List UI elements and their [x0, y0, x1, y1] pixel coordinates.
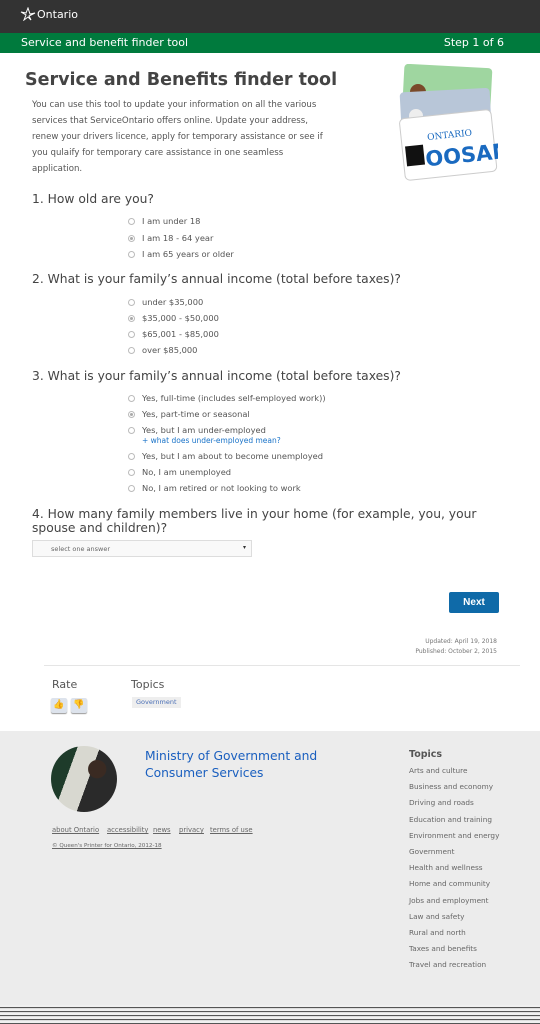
option-label: Yes, full-time (includes self-employed w…: [142, 393, 326, 403]
copyright-link[interactable]: © Queen's Printer for Ontario, 2012-18: [52, 843, 162, 849]
thumbs-up-icon[interactable]: 👍: [51, 698, 67, 713]
app-title-bar: Service and benefit finder tool Step 1 o…: [0, 33, 540, 53]
radio-button[interactable]: [128, 468, 135, 476]
footer-topic-link[interactable]: Travel and recreation: [409, 960, 486, 969]
option-label: No, I am unemployed: [142, 467, 232, 477]
radio-button[interactable]: [128, 410, 135, 418]
footer-topic-link[interactable]: Business and economy: [409, 782, 493, 791]
option-label: $65,001 - $85,000: [142, 329, 219, 339]
radio-option[interactable]: I am 65 years or older: [128, 249, 234, 259]
footer-topic-link[interactable]: Government: [409, 847, 455, 856]
radio-option[interactable]: No, I am unemployed: [128, 467, 231, 477]
footer-topics-heading: Topics: [409, 749, 443, 760]
footer-link-accessibility[interactable]: accessibility: [107, 826, 148, 834]
option-label: I am 65 years or older: [142, 249, 234, 259]
radio-button[interactable]: [128, 346, 135, 354]
topic-tag[interactable]: Government: [132, 697, 181, 708]
ministry-link[interactable]: Ministry of Government and Consumer Serv…: [145, 748, 325, 782]
option-label: Yes, but I am about to become unemployed: [142, 451, 323, 461]
radio-option[interactable]: Yes, full-time (includes self-employed w…: [128, 393, 326, 403]
radio-option[interactable]: $35,000 - $50,000: [128, 313, 219, 323]
thumbs-down-icon[interactable]: 👎: [71, 698, 87, 713]
footer-topic-link[interactable]: Jobs and employment: [409, 896, 489, 905]
footer-topic-link[interactable]: Driving and roads: [409, 798, 474, 807]
radio-option[interactable]: I am under 18: [128, 216, 200, 226]
radio-button[interactable]: [128, 426, 135, 434]
radio-button[interactable]: [128, 394, 135, 402]
intro-text: You can use this tool to update your inf…: [32, 100, 323, 174]
ontario-logo[interactable]: Ontario: [20, 7, 78, 21]
radio-option[interactable]: Yes, but I am under-employed: [128, 425, 266, 435]
radio-button[interactable]: [128, 484, 135, 492]
top-bar: Ontario: [0, 0, 540, 33]
app-title: Service and benefit finder tool: [21, 36, 189, 49]
footer-stripes: [0, 1005, 540, 1024]
footer-topic-link[interactable]: Rural and north: [409, 928, 466, 937]
footer-topic-link[interactable]: Education and training: [409, 815, 492, 824]
option-label: I am 18 - 64 year: [142, 233, 214, 243]
radio-button[interactable]: [128, 330, 135, 338]
divider: [44, 665, 520, 666]
footer-topic-link[interactable]: Law and safety: [409, 912, 464, 921]
option-label: No, I am retired or not looking to work: [142, 483, 301, 493]
footer-topic-link[interactable]: Health and wellness: [409, 863, 483, 872]
caret-down-icon: ▾: [242, 544, 246, 551]
radio-button[interactable]: [128, 452, 135, 460]
option-label: Yes, part-time or seasonal: [142, 409, 250, 419]
footer-topic-link[interactable]: Home and community: [409, 879, 490, 888]
question-2-label: 2. What is your family’s annual income (…: [32, 272, 401, 286]
option-label: Yes, but I am under-employed: [142, 425, 266, 435]
ontario-cards-image: ONTARIO OOSAM: [399, 64, 498, 181]
radio-option[interactable]: $65,001 - $85,000: [128, 329, 219, 339]
radio-option[interactable]: Yes, but I am about to become unemployed: [128, 451, 323, 461]
question-1-label: 1. How old are you?: [32, 192, 154, 206]
radio-button[interactable]: [128, 234, 135, 242]
radio-option[interactable]: under $35,000: [128, 297, 203, 307]
footer-topic-link[interactable]: Environment and energy: [409, 831, 499, 840]
updated-date: Updated: April 19, 2018: [425, 638, 497, 645]
published-date: Published: October 2, 2015: [415, 648, 497, 655]
topics-heading: Topics: [131, 678, 165, 691]
family-members-select[interactable]: select one answer ▾: [32, 540, 252, 557]
question-3-label: 3. What is your family’s annual income (…: [32, 369, 401, 383]
footer-link-privacy[interactable]: privacy: [179, 826, 204, 834]
radio-option[interactable]: No, I am retired or not looking to work: [128, 483, 301, 493]
radio-button[interactable]: [128, 298, 135, 306]
radio-option[interactable]: Yes, part-time or seasonal: [128, 409, 250, 419]
step-indicator: Step 1 of 6: [443, 36, 504, 49]
rate-heading: Rate: [52, 678, 78, 691]
question-4-label: 4. How many family members live in your …: [32, 507, 477, 535]
option-label: under $35,000: [142, 297, 204, 307]
logo-text: Ontario: [37, 8, 78, 21]
footer-topic-link[interactable]: Arts and culture: [409, 766, 468, 775]
under-employed-help-link[interactable]: + what does under-employed mean?: [142, 436, 281, 445]
next-button[interactable]: Next: [449, 592, 499, 613]
select-value: select one answer: [51, 545, 111, 553]
page-title: Service and Benefits finder tool: [25, 70, 338, 90]
radio-button[interactable]: [128, 314, 135, 322]
footer-topic-link[interactable]: Taxes and benefits: [409, 944, 477, 953]
trillium-icon: [20, 7, 36, 21]
footer-link-terms[interactable]: terms of use: [210, 826, 253, 834]
option-label: $35,000 - $50,000: [142, 313, 219, 323]
radio-option[interactable]: I am 18 - 64 year: [128, 233, 213, 243]
option-label: I am under 18: [142, 216, 201, 226]
footer-link-about[interactable]: about Ontario: [52, 826, 99, 834]
option-label: over $85,000: [142, 345, 198, 355]
radio-button[interactable]: [128, 217, 135, 225]
footer-link-news[interactable]: news: [153, 826, 171, 834]
ministry-photo: [51, 746, 117, 812]
radio-button[interactable]: [128, 250, 135, 258]
radio-option[interactable]: over $85,000: [128, 345, 197, 355]
